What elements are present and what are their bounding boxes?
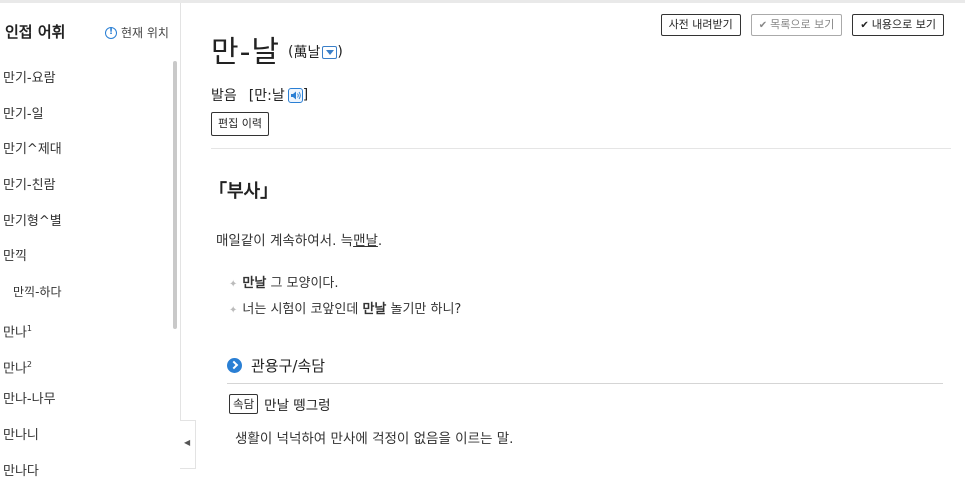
collapse-sidebar-button[interactable]: ◀ — [180, 420, 196, 469]
related-word-link[interactable]: 맨날 — [353, 233, 378, 249]
list-item[interactable]: 만기-친람 — [0, 168, 172, 204]
example-sentence: ✦ 너는 시험이 코앞인데 만날 놀기만 하니? — [229, 302, 462, 317]
list-item[interactable]: 만나-나무 — [0, 382, 172, 418]
list-item[interactable]: 만나니 — [0, 418, 172, 454]
list-item[interactable]: 만끽-하다 — [0, 275, 172, 311]
download-dictionary-button[interactable]: 사전 내려받기 — [660, 14, 741, 36]
pronunciation-row: 발음 [만:날 ] — [211, 85, 308, 105]
speaker-icon[interactable] — [287, 87, 303, 103]
bullet-icon: ✦ — [229, 279, 238, 290]
list-item[interactable]: 만나1 — [0, 311, 172, 347]
list-item[interactable]: 만기-일 — [0, 97, 172, 133]
hanja-origin: (萬날) — [288, 44, 343, 61]
sidebar-scrollbar[interactable] — [173, 61, 177, 329]
pronunciation-close: ] — [302, 87, 309, 103]
pronunciation-text: [만:날 — [248, 88, 285, 104]
list-item[interactable]: 만끽 — [0, 239, 172, 275]
idiom-section-header[interactable]: 관용구/속담 — [227, 355, 325, 376]
content-view-button[interactable]: ✔ 내용으로 보기 — [852, 14, 944, 36]
sidebar-title: 인접 어휘 — [5, 23, 66, 41]
current-position-button[interactable]: ! 현재 위치 — [105, 24, 169, 41]
adjacent-words-sidebar: 인접 어휘 ! 현재 위치 만기-요람 만기-일 만기^제대 만기-친람 만기형… — [0, 3, 181, 479]
section-divider — [227, 383, 943, 384]
top-toolbar: 사전 내려받기 ✔ 목록으로 보기 ✔ 내용으로 보기 — [660, 14, 944, 36]
idiom-section-title: 관용구/속담 — [251, 357, 326, 375]
chevron-left-icon: ◀ — [184, 438, 191, 447]
headword: 만-날 — [211, 35, 281, 70]
list-item[interactable]: 만기^제대 — [0, 132, 172, 168]
check-icon: ✔ — [758, 20, 768, 31]
proverb-row: 속담 만날 뗑그렁 — [229, 394, 331, 414]
list-view-button[interactable]: ✔ 목록으로 보기 — [750, 14, 843, 36]
entry-content: 사전 내려받기 ✔ 목록으로 보기 ✔ 내용으로 보기 만-날 (萬날) 발음 [만… — [196, 3, 965, 467]
list-item[interactable]: 만기-요람 — [0, 61, 172, 97]
hanja-text: 萬날 — [293, 45, 321, 61]
proverb-definition: 생활이 넉넉하여 만사에 걱정이 없음을 이르는 말. — [235, 431, 514, 447]
proverb-tag: 속담 — [229, 394, 259, 414]
list-item[interactable]: 만기형^별 — [0, 204, 172, 240]
divider — [211, 148, 951, 149]
pronunciation-label: 발음 — [211, 88, 237, 104]
list-item[interactable]: 만나다 — [0, 454, 172, 489]
part-of-speech: 「부사」 — [209, 181, 279, 202]
definition: 매일같이 계속하여서. 늑맨날. — [216, 233, 383, 249]
chevron-right-circle-icon — [227, 358, 242, 373]
check-icon: ✔ — [860, 20, 869, 31]
example-sentence: ✦ 만날 그 모양이다. — [229, 276, 339, 291]
adjacent-word-list: 만기-요람 만기-일 만기^제대 만기-친람 만기형^별 만끽 만끽-하다 만나… — [0, 61, 172, 489]
proverb-text: 만날 뗑그렁 — [264, 398, 331, 414]
dropdown-arrow-icon[interactable] — [322, 45, 338, 59]
info-icon: ! — [105, 26, 117, 39]
edit-history-button[interactable]: 편집 이력 — [211, 112, 269, 136]
example-list: ✦ 만날 그 모양이다. ✦ 너는 시험이 코앞인데 만날 놀기만 하니? — [229, 271, 461, 323]
list-item[interactable]: 만나2 — [0, 347, 172, 383]
current-position-label: 현재 위치 — [121, 26, 169, 40]
bullet-icon: ✦ — [229, 305, 238, 316]
